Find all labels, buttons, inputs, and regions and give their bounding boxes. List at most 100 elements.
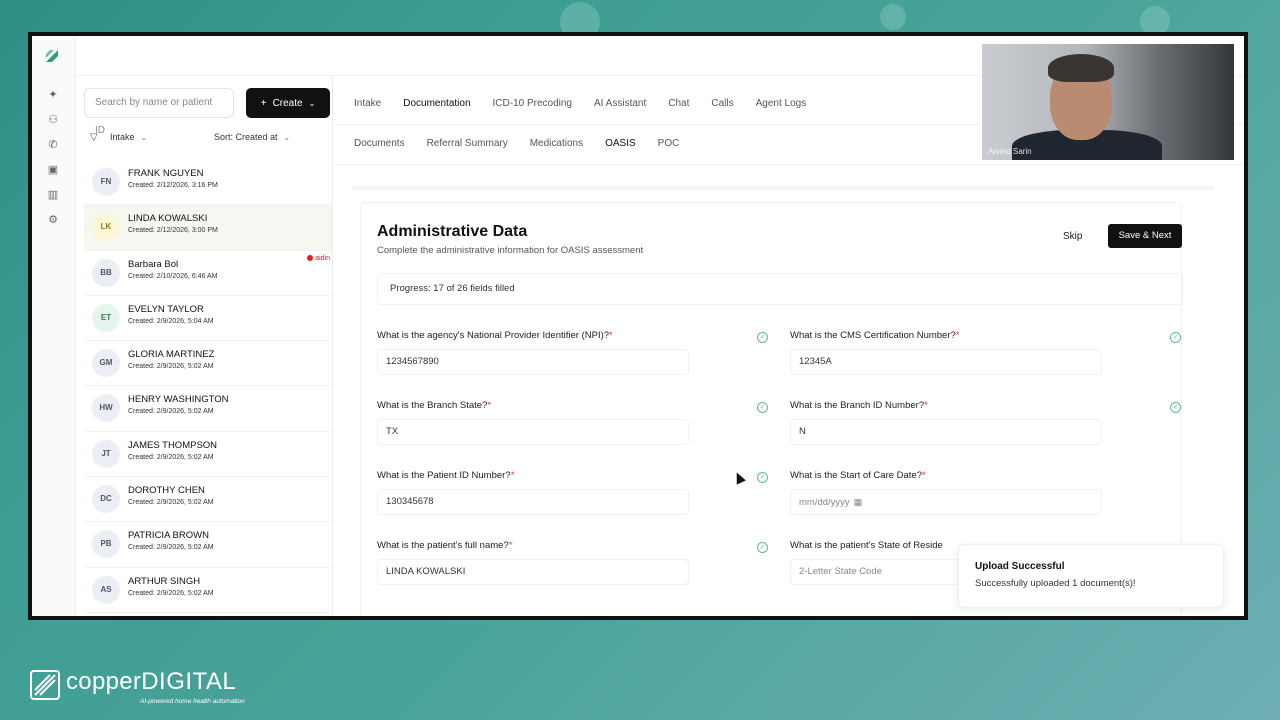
plus-icon: + [260,97,267,109]
patient-name: DOROTHY CHEN [128,485,205,497]
primary-tabs: Intake Documentation ICD-10 Precoding AI As… [354,98,817,109]
branch-state-field[interactable]: TX [377,419,689,445]
avatar: JT [92,439,120,468]
calendar-icon[interactable]: ▦ [854,497,863,507]
patient-created: Created: 2/10/2026, 6:46 AM [128,272,218,280]
chevron-down-icon: ⌄ [140,133,148,142]
toast-title: Upload Successful [975,561,1065,572]
user-icon[interactable]: ⚇ [46,113,60,127]
patient-list-item[interactable]: GM GLORIA MARTINEZ Created: 2/9/2026, 5:02… [84,341,332,387]
tab-documentation[interactable]: Documentation [392,98,481,109]
patient-name: GLORIA MARTINEZ [128,349,215,361]
patient-list-item[interactable]: PB PATRICIA BROWN Created: 2/9/2026, 5:02 … [84,522,332,568]
check-circle-icon: ✓ [757,402,768,413]
full-name-question: What is the patient's full name?* [377,540,513,551]
cms-question: What is the CMS Certification Number?* [790,330,960,341]
divider [333,164,1244,165]
patient-name: PATRICIA BROWN [128,530,209,542]
source-tag: aidin [307,255,330,262]
check-circle-icon: ✓ [1170,332,1181,343]
patient-created: Created: 2/9/2026, 5:02 AM [128,363,214,371]
subtab-documents[interactable]: Documents [354,138,416,149]
brand-tagline: AI-powered home health automation [140,698,245,705]
patient-list-item[interactable]: LK LINDA KOWALSKI Created: 2/12/2026, 3:00… [84,205,332,251]
subtab-oasis[interactable]: OASIS [594,138,647,149]
secondary-tabs: Documents Referral Summary Medications OASI… [354,138,690,149]
sparkle-icon[interactable]: ✦ [46,88,60,102]
patient-list-item[interactable]: AS ARTHUR SINGH Created: 2/9/2026, 5:02 AM [84,568,332,613]
bot-icon[interactable]: ▣ [46,163,60,177]
patient-list-item[interactable]: FN FRANK NGUYEN Created: 2/12/2026, 3:16 P… [84,160,332,206]
patient-list: FN FRANK NGUYEN Created: 2/12/2026, 3:16 P… [84,160,332,613]
patient-name: JAMES THOMPSON [128,439,218,451]
participant-name: Arvind Sarin [988,147,1032,156]
patient-list-item[interactable]: ET EVELYN TAYLOR Created: 2/9/2026, 5:04 A… [84,296,332,342]
avatar: HW [92,394,120,423]
skip-button[interactable]: Skip [1063,231,1082,242]
avatar: BB [92,258,120,287]
patient-list-item[interactable]: JT JAMES THOMPSON Created: 2/9/2026, 5:02 … [84,432,332,478]
status-filter-select[interactable]: Intake ⌄ [110,132,194,142]
tab-agent-logs[interactable]: Agent Logs [745,98,818,109]
create-button[interactable]: + Create ⌄ [246,88,330,118]
save-next-button[interactable]: Save & Next [1108,224,1182,248]
toast-message: Successfully uploaded 1 document(s)! [975,578,1136,589]
subtab-medications[interactable]: Medications [519,138,594,149]
column-divider [332,76,333,616]
cms-field[interactable]: 12345A [790,349,1102,375]
chevron-down-icon: ⌄ [283,133,291,142]
tab-calls[interactable]: Calls [700,98,744,109]
create-button-label: Create [272,97,303,109]
npi-field[interactable]: 1234567890 [377,349,689,375]
patient-list-item[interactable]: BB Barbara Bol Created: 2/10/2026, 6:46 AM… [84,251,332,296]
chart-icon[interactable]: ▥ [46,188,60,202]
upload-toast: Upload Successful Successfully uploaded … [958,544,1224,608]
patient-name: ARTHUR SINGH [128,575,201,587]
patient-created: Created: 2/9/2026, 5:02 AM [128,544,214,552]
start-of-care-question: What is the Start of Care Date?* [790,470,926,481]
avatar: FN [92,168,120,196]
avatar: GM [92,349,120,378]
patient-name: LINDA KOWALSKI [128,213,208,225]
patient-created: Created: 2/12/2026, 3:16 PM [128,182,218,189]
phone-icon[interactable]: ✆ [46,138,60,152]
filter-bar: ▽ Intake ⌄ Sort: Created at ⌄ [84,126,332,152]
tab-intake[interactable]: Intake [354,98,392,109]
avatar: DC [92,485,120,514]
patient-created: Created: 2/9/2026, 5:02 AM [128,589,214,597]
check-circle-icon: ✓ [757,332,768,343]
app-window: ✦ ⚇ ✆ ▣ ▥ ⚙ Search by name or patient ID… [32,36,1244,616]
form-title: Administrative Data [377,223,528,240]
start-of-care-date-field[interactable]: mm/dd/yyyy ▦ [790,489,1102,515]
tab-chat[interactable]: Chat [657,98,700,109]
sort-select[interactable]: Sort: Created at ⌄ [214,132,324,142]
patient-list-item[interactable]: HW HENRY WASHINGTON Created: 2/9/2026, 5:0… [84,386,332,432]
subtab-poc[interactable]: POC [647,138,691,149]
patient-name: HENRY WASHINGTON [128,394,229,406]
filter-icon[interactable]: ▽ [90,132,98,143]
branch-state-question: What is the Branch State?* [377,400,492,411]
brand-mark-icon [30,670,60,700]
patient-created: Created: 2/12/2026, 3:00 PM [128,227,218,235]
patient-list-panel: Search by name or patient ID + Create ⌄ … [84,76,332,616]
patient-name: FRANK NGUYEN [128,168,204,179]
branch-id-field[interactable]: N [790,419,1102,445]
avatar: ET [92,303,120,332]
status-filter-value: Intake [110,132,135,142]
full-name-field[interactable]: LINDA KOWALSKI [377,559,689,585]
patient-created: Created: 2/9/2026, 5:02 AM [128,453,214,461]
check-circle-icon: ✓ [1170,402,1181,413]
search-input[interactable]: Search by name or patient ID [84,88,234,136]
patient-created: Created: 2/9/2026, 5:04 AM [128,317,214,325]
tab-ai-assistant[interactable]: AI Assistant [583,98,657,109]
gear-icon[interactable]: ⚙ [46,213,60,227]
subtab-referral-summary[interactable]: Referral Summary [416,138,519,149]
avatar: AS [92,575,120,604]
patient-list-item[interactable]: DC DOROTHY CHEN Created: 2/9/2026, 5:02 AM [84,477,332,523]
app-logo-icon [46,50,58,62]
chevron-down-icon: ⌄ [308,98,316,108]
tab-icd-10-precoding[interactable]: ICD-10 Precoding [482,98,583,109]
patient-id-field[interactable]: 130345678 [377,489,689,515]
progress-indicator: Progress: 17 of 26 fields filled [377,273,1183,305]
avatar: LK [92,213,120,242]
